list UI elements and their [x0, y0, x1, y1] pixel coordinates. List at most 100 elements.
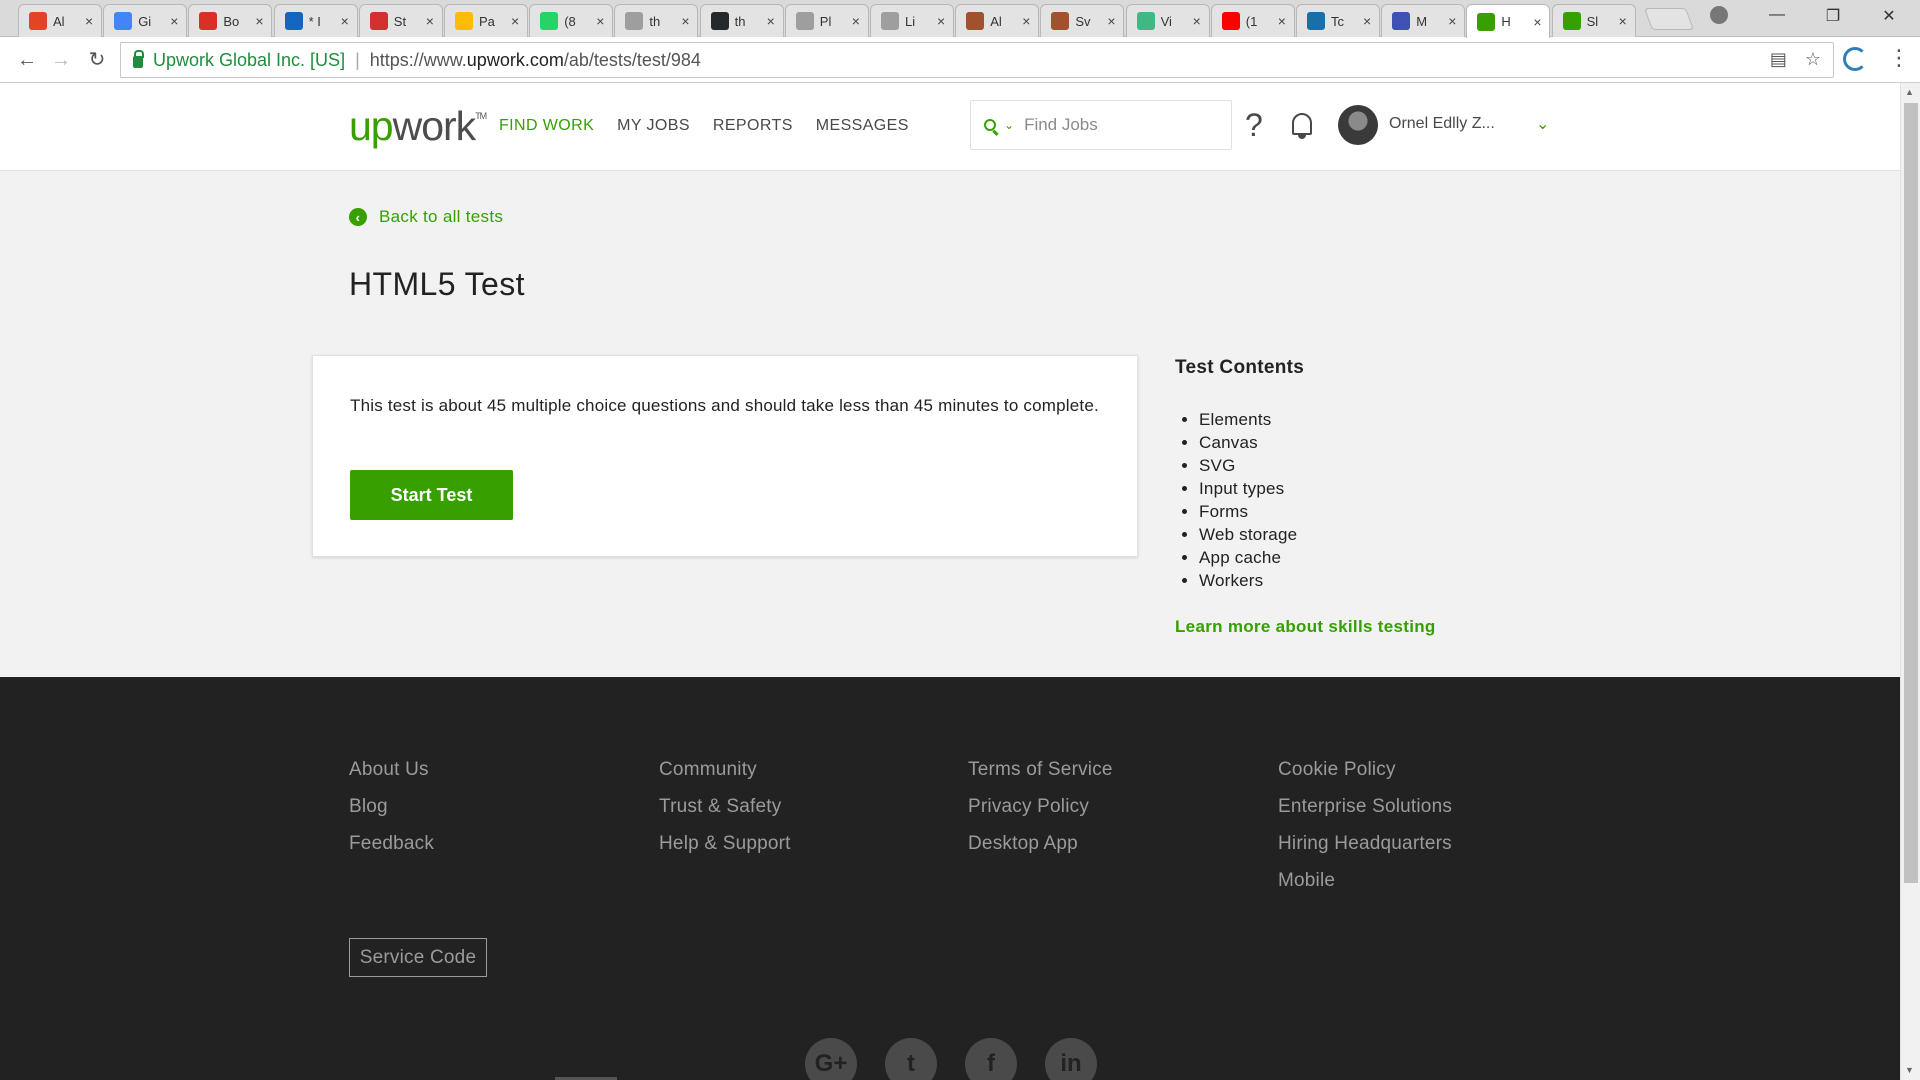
footer-link[interactable]: Enterprise Solutions: [1278, 795, 1452, 818]
vue-icon: [1136, 12, 1155, 30]
twitter-icon[interactable]: t: [885, 1038, 937, 1080]
nav-reports[interactable]: REPORTS: [713, 117, 793, 135]
footer-link[interactable]: Community: [659, 758, 791, 781]
reload-icon[interactable]: ↻: [84, 47, 110, 73]
nav-find-work[interactable]: FIND WORK: [499, 117, 594, 135]
close-tab-icon[interactable]: ×: [1022, 13, 1030, 29]
footer-link[interactable]: Privacy Policy: [968, 795, 1113, 818]
close-tab-icon[interactable]: ×: [1619, 13, 1627, 29]
list-item: SVG: [1199, 454, 1297, 477]
translate-icon[interactable]: ▤: [1770, 49, 1787, 70]
lock-icon: [133, 50, 144, 68]
close-tab-icon[interactable]: ×: [1448, 13, 1456, 29]
close-tab-icon[interactable]: ×: [255, 13, 263, 29]
browser-tab[interactable]: Sl ×: [1551, 4, 1636, 37]
close-tab-icon[interactable]: ×: [1363, 13, 1371, 29]
close-tab-icon[interactable]: ×: [1278, 13, 1286, 29]
extension-icon[interactable]: [1843, 47, 1867, 71]
browser-tab[interactable]: H ×: [1466, 4, 1551, 38]
upwork-logo[interactable]: upworkTM: [349, 103, 487, 150]
restore-icon[interactable]: ❐: [1818, 6, 1848, 26]
browser-tab[interactable]: Pa ×: [444, 4, 528, 37]
linkedin-icon[interactable]: in: [1045, 1038, 1097, 1080]
close-tab-icon[interactable]: ×: [852, 13, 860, 29]
close-tab-icon[interactable]: ×: [341, 13, 349, 29]
list-item: Canvas: [1199, 431, 1297, 454]
help-icon[interactable]: ?: [1245, 107, 1263, 144]
tab-title: (8: [564, 13, 576, 29]
avatar[interactable]: [1338, 105, 1378, 145]
close-tab-icon[interactable]: ×: [681, 13, 689, 29]
close-tab-icon[interactable]: ×: [1533, 14, 1541, 30]
user-name[interactable]: Ornel Edlly Z...: [1389, 115, 1495, 133]
footer-link[interactable]: Mobile: [1278, 869, 1452, 892]
close-tab-icon[interactable]: ×: [85, 13, 93, 29]
browser-tab[interactable]: Tc ×: [1296, 4, 1380, 37]
browser-tab[interactable]: * I ×: [273, 4, 358, 37]
upwork-icon: [1477, 12, 1496, 31]
browser-tab[interactable]: Bo ×: [188, 4, 273, 37]
nav-messages[interactable]: MESSAGES: [816, 117, 909, 135]
close-tab-icon[interactable]: ×: [1193, 13, 1201, 29]
close-tab-icon[interactable]: ×: [767, 13, 775, 29]
close-tab-icon[interactable]: ×: [937, 13, 945, 29]
browser-tab[interactable]: Li ×: [870, 4, 954, 37]
profile-icon[interactable]: [1710, 6, 1728, 24]
scrollbar-thumb[interactable]: [1904, 103, 1918, 883]
footer-link[interactable]: Feedback: [349, 832, 434, 855]
url-text[interactable]: https://www.upwork.com/ab/tests/test/984: [370, 50, 701, 71]
footer-link[interactable]: Hiring Headquarters: [1278, 832, 1452, 855]
new-tab-button[interactable]: [1643, 8, 1695, 30]
footer-link[interactable]: About Us: [349, 758, 434, 781]
browser-tab[interactable]: Sv ×: [1040, 4, 1125, 37]
site-identity[interactable]: Upwork Global Inc. [US]: [153, 50, 345, 71]
service-code-button[interactable]: Service Code: [349, 938, 487, 977]
browser-menu-icon[interactable]: ⋮: [1888, 45, 1910, 71]
chevron-down-icon[interactable]: ⌄: [1004, 118, 1014, 132]
browser-tab[interactable]: Al ×: [955, 4, 1040, 37]
search-icon[interactable]: [984, 119, 996, 131]
close-tab-icon[interactable]: ×: [511, 13, 519, 29]
forward-arrow-icon[interactable]: →: [48, 47, 74, 73]
browser-tab[interactable]: th ×: [699, 4, 784, 37]
footer-link[interactable]: Cookie Policy: [1278, 758, 1452, 781]
scroll-up-arrow-icon[interactable]: ▲: [1905, 87, 1914, 97]
footer-link[interactable]: Terms of Service: [968, 758, 1113, 781]
page-scrollbar[interactable]: ▲ ▼: [1900, 83, 1920, 1080]
browser-tab[interactable]: St ×: [358, 4, 443, 37]
minimize-icon[interactable]: —: [1762, 6, 1792, 24]
learn-more-link[interactable]: Learn more about skills testing: [1175, 617, 1436, 637]
github-icon: [710, 12, 729, 30]
back-to-tests-link[interactable]: ‹ Back to all tests: [349, 207, 503, 227]
close-tab-icon[interactable]: ×: [170, 13, 178, 29]
nav-my-jobs[interactable]: MY JOBS: [617, 117, 690, 135]
scroll-down-arrow-icon[interactable]: ▼: [1905, 1065, 1914, 1075]
notifications-bell-icon[interactable]: [1292, 113, 1312, 139]
close-tab-icon[interactable]: ×: [1107, 13, 1115, 29]
browser-tab[interactable]: Al ×: [18, 4, 102, 37]
facebook-icon[interactable]: f: [965, 1038, 1017, 1080]
footer-link[interactable]: Trust & Safety: [659, 795, 791, 818]
footer-link[interactable]: Desktop App: [968, 832, 1113, 855]
job-search: ⌄: [970, 100, 1232, 150]
close-tab-icon[interactable]: ×: [596, 13, 604, 29]
bookmark-star-icon[interactable]: ☆: [1805, 49, 1821, 70]
search-input[interactable]: [1024, 115, 1205, 135]
user-menu-chevron-icon[interactable]: ⌄: [1536, 114, 1549, 134]
footer-link[interactable]: Blog: [349, 795, 434, 818]
browser-tab[interactable]: Vi ×: [1125, 4, 1210, 37]
start-test-button[interactable]: Start Test: [350, 470, 513, 520]
browser-tab[interactable]: Pl ×: [784, 4, 869, 37]
footer-link[interactable]: Help & Support: [659, 832, 791, 855]
browser-tab[interactable]: (8 ×: [529, 4, 614, 37]
browser-tab[interactable]: Gi ×: [103, 4, 188, 37]
browser-tab[interactable]: th ×: [614, 4, 699, 37]
browser-tab[interactable]: (1 ×: [1210, 4, 1295, 37]
close-tab-icon[interactable]: ×: [426, 13, 434, 29]
pdf-icon: [369, 12, 388, 30]
google-plus-icon[interactable]: G+: [805, 1038, 857, 1080]
close-window-icon[interactable]: ✕: [1874, 6, 1904, 26]
address-bar[interactable]: Upwork Global Inc. [US] | https://www.up…: [120, 42, 1834, 78]
back-arrow-icon[interactable]: ←: [14, 47, 40, 73]
browser-tab[interactable]: M ×: [1381, 4, 1466, 37]
